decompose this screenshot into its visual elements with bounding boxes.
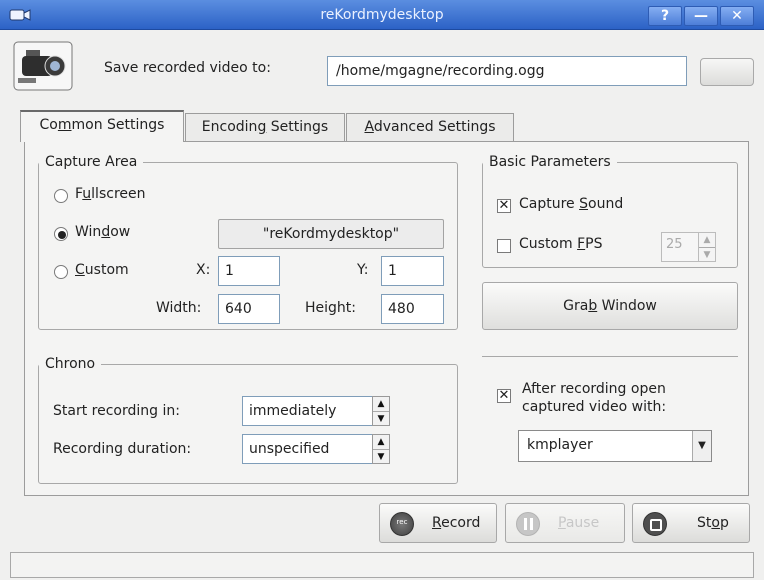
pause-button[interactable]: Pause xyxy=(505,503,625,543)
height-input[interactable]: 480 xyxy=(381,294,444,324)
after-recording-group xyxy=(482,356,738,484)
window-name-display: "reKordmydesktop" xyxy=(218,219,444,249)
help-button[interactable]: ? xyxy=(648,6,682,26)
player-select-value: kmplayer xyxy=(527,437,593,453)
stop-label: Stop xyxy=(697,515,729,531)
recording-duration-spinner[interactable]: ▲ ▼ xyxy=(372,434,390,464)
stop-icon xyxy=(643,512,667,536)
fullscreen-label: Fullscreen xyxy=(75,186,146,202)
pause-label: Pause xyxy=(558,515,600,531)
fps-spinner[interactable]: ▲ ▼ xyxy=(698,232,716,262)
pause-icon xyxy=(516,512,540,536)
capture-sound-label: Capture Sound xyxy=(519,196,624,212)
grab-window-button[interactable]: Grab Window xyxy=(482,282,738,330)
y-label: Y: xyxy=(357,262,369,278)
custom-radio[interactable] xyxy=(54,265,68,279)
start-recording-label: Start recording in: xyxy=(53,403,180,419)
open-after-recording-label-line2: captured video with: xyxy=(522,399,667,415)
camera-icon xyxy=(12,40,74,92)
fullscreen-radio[interactable] xyxy=(54,189,68,203)
width-label: Width: xyxy=(156,300,202,316)
open-after-recording-label-line1: After recording open xyxy=(522,381,666,397)
width-input[interactable]: 640 xyxy=(218,294,280,324)
tab-common-settings[interactable]: Common Settings xyxy=(20,110,184,142)
custom-fps-checkbox[interactable] xyxy=(497,239,511,253)
record-label: Record xyxy=(432,515,481,531)
grab-window-label: Grab Window xyxy=(563,298,657,314)
custom-label: Custom xyxy=(75,262,129,278)
fps-input[interactable]: 25 xyxy=(661,232,699,262)
fps-down-icon[interactable]: ▼ xyxy=(699,248,715,262)
open-after-recording-checkbox[interactable]: ✕ xyxy=(497,389,511,403)
start-recording-spinner[interactable]: ▲ ▼ xyxy=(372,396,390,426)
status-bar xyxy=(10,552,754,578)
chevron-down-icon[interactable]: ▼ xyxy=(692,431,711,461)
save-path-input[interactable] xyxy=(327,56,687,86)
basic-parameters-legend: Basic Parameters xyxy=(489,154,611,170)
tab-common-settings-label: Common Settings xyxy=(39,117,165,133)
y-input[interactable]: 1 xyxy=(381,256,444,286)
tab-advanced-settings[interactable]: Advanced Settings xyxy=(346,113,514,141)
save-location-label: Save recorded video to: xyxy=(104,60,271,76)
height-label: Height: xyxy=(305,300,356,316)
chrono-legend: Chrono xyxy=(45,356,96,372)
x-input[interactable]: 1 xyxy=(218,256,280,286)
recording-duration-label: Recording duration: xyxy=(53,441,192,457)
duration-down-icon[interactable]: ▼ xyxy=(373,450,389,464)
record-button[interactable]: Record xyxy=(379,503,497,543)
custom-fps-label: Custom FPS xyxy=(519,236,603,252)
capture-area-legend: Capture Area xyxy=(45,154,138,170)
tab-advanced-settings-label: Advanced Settings xyxy=(364,119,496,135)
x-label: X: xyxy=(196,262,211,278)
record-icon xyxy=(390,512,414,536)
start-up-icon[interactable]: ▲ xyxy=(373,397,389,412)
fps-up-icon[interactable]: ▲ xyxy=(699,233,715,248)
start-down-icon[interactable]: ▼ xyxy=(373,412,389,426)
minimize-button[interactable]: — xyxy=(684,6,718,26)
window-radio[interactable] xyxy=(54,227,68,241)
duration-up-icon[interactable]: ▲ xyxy=(373,435,389,450)
recording-duration-input[interactable]: unspecified xyxy=(242,434,373,464)
window-label: Window xyxy=(75,224,131,240)
stop-button[interactable]: Stop xyxy=(632,503,750,543)
capture-sound-checkbox[interactable]: ✕ xyxy=(497,199,511,213)
close-button[interactable]: ✕ xyxy=(720,6,754,26)
tab-encoding-settings[interactable]: Encoding Settings xyxy=(185,113,345,141)
start-recording-input[interactable]: immediately xyxy=(242,396,373,426)
tab-encoding-settings-label: Encoding Settings xyxy=(201,119,329,135)
browse-button[interactable] xyxy=(700,58,754,86)
